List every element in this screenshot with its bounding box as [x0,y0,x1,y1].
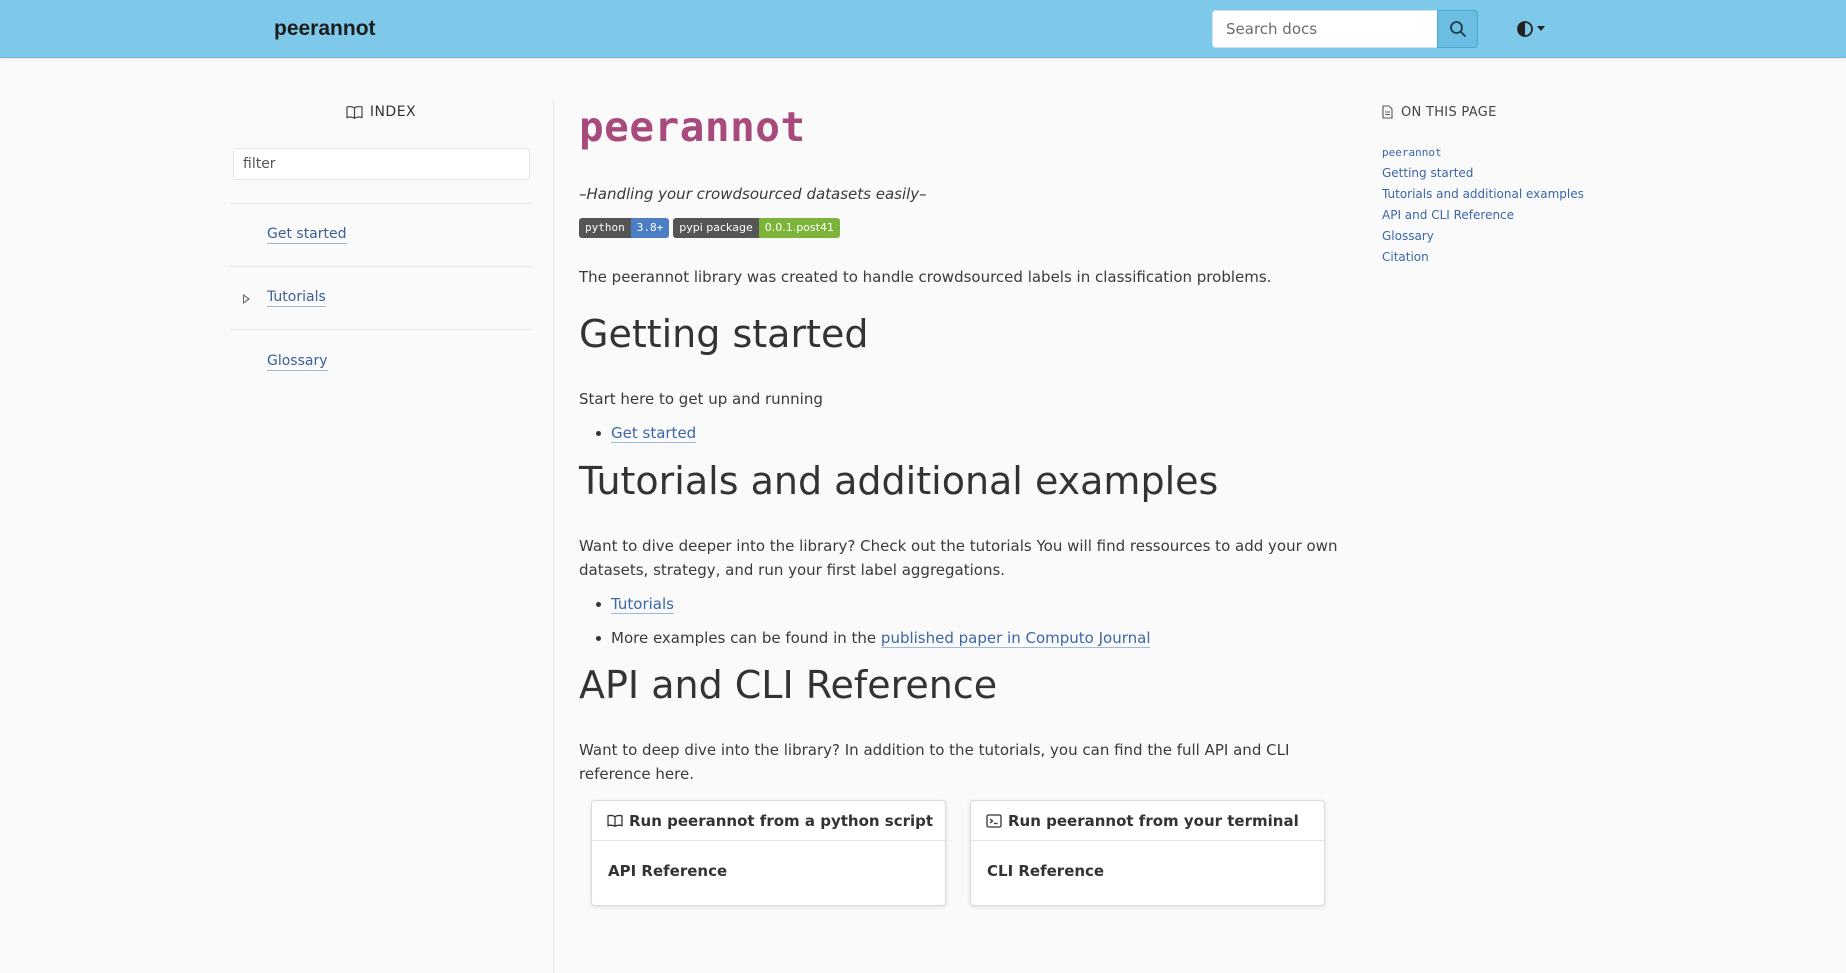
tagline: –Handling your crowdsourced datasets eas… [579,185,927,203]
list-item: Get started [579,421,1339,445]
computo-paper-link[interactable]: published paper in Computo Journal [880,629,1151,648]
badge-value: 3.8+ [630,218,670,238]
heading-tutorials: Tutorials and additional examples [579,459,1219,503]
get-started-link[interactable]: Get started [611,424,697,443]
page-title: peerannot [579,103,806,151]
sidebar-item-glossary: Glossary [230,330,532,393]
list-item: Tutorials [579,592,1339,616]
card-title: Run peerannot from your terminal [1008,811,1299,830]
expand-caret-icon[interactable] [243,294,250,304]
sidebar-nav-list: Get started Tutorials Glossary [230,203,532,393]
terminal-icon [986,813,1002,828]
sidebar-item-get-started: Get started [230,204,532,267]
intro-paragraph: The peerannot library was created to han… [579,268,1272,286]
search-input[interactable] [1212,10,1437,48]
card-header: Run peerannot from your terminal [971,801,1324,841]
api-reference-card[interactable]: Run peerannot from a python script API R… [591,800,946,906]
filter-input[interactable] [233,148,530,180]
badge-label: pypi package [673,218,759,238]
reference-cards: Run peerannot from a python script API R… [591,800,1339,906]
tutorials-list: Tutorials More examples can be found in … [579,592,1339,650]
search-button[interactable] [1437,10,1478,48]
more-examples-text: More examples can be found in the [611,629,881,647]
toc-item: peerannot [1382,142,1622,163]
heading-getting-started: Getting started [579,312,869,356]
main-content: peerannot –Handling your crowdsourced da… [579,100,1339,906]
card-header: Run peerannot from a python script [592,801,945,841]
book-icon [346,106,363,119]
toc-link-peerannot[interactable]: peerannot [1382,146,1442,159]
caret-down-icon [1537,26,1545,31]
sidebar-title: INDEX [369,104,417,120]
badge-row: python 3.8+ pypi package 0.0.1.post41 [579,218,1339,238]
document-icon [1382,105,1393,119]
card-title: Run peerannot from a python script [629,811,934,830]
search-form [1212,10,1478,48]
toc-item: Getting started [1382,163,1622,184]
search-icon [1449,21,1466,37]
toc-list: peerannot Getting started Tutorials and … [1382,142,1622,268]
sidebar-link-tutorials[interactable]: Tutorials [267,289,326,307]
toc-title: ON THIS PAGE [1401,104,1497,120]
sidebar-item-tutorials: Tutorials [230,267,532,330]
api-text: Want to deep dive into the library? In a… [579,741,1290,783]
toc-item: API and CLI Reference [1382,205,1622,226]
api-reference-link[interactable]: API Reference [592,841,945,880]
toc-link-api-cli[interactable]: API and CLI Reference [1382,208,1514,222]
toc-item: Glossary [1382,226,1622,247]
heading-api-cli: API and CLI Reference [579,663,998,707]
cli-reference-link[interactable]: CLI Reference [971,841,1324,880]
badge-value: 0.0.1.post41 [758,218,840,238]
badge-label: python [579,218,631,238]
sidebar-link-get-started[interactable]: Get started [267,226,347,244]
list-item: More examples can be found in the publis… [579,626,1339,650]
getting-started-text: Start here to get up and running [579,390,823,408]
toc-link-getting-started[interactable]: Getting started [1382,166,1473,180]
tutorials-link[interactable]: Tutorials [611,595,674,614]
book-icon [607,814,623,827]
sidebar-link-glossary[interactable]: Glossary [267,353,328,371]
tutorials-text: Want to dive deeper into the library? Ch… [579,537,1338,579]
cli-reference-card[interactable]: Run peerannot from your terminal CLI Ref… [970,800,1325,906]
toc-link-citation[interactable]: Citation [1382,250,1429,264]
top-navbar: peerannot [0,0,1846,58]
sidebar: INDEX Get started Tutorials Glossary [230,100,532,393]
theme-toggle-button[interactable] [1516,18,1550,40]
sidebar-header: INDEX [230,100,532,124]
toc-header: ON THIS PAGE [1382,100,1622,124]
toc-link-glossary[interactable]: Glossary [1382,229,1434,243]
sidebar-divider [553,100,554,973]
toc-item: Citation [1382,247,1622,268]
getting-started-list: Get started [579,421,1339,445]
pypi-package-badge[interactable]: pypi package 0.0.1.post41 [673,218,840,238]
toc-link-tutorials[interactable]: Tutorials and additional examples [1382,187,1584,201]
python-version-badge[interactable]: python 3.8+ [579,218,670,238]
brand-link[interactable]: peerannot [274,17,376,41]
toc-item: Tutorials and additional examples [1382,184,1622,205]
contrast-icon [1517,21,1533,37]
on-this-page-toc: ON THIS PAGE peerannot Getting started T… [1382,100,1622,268]
